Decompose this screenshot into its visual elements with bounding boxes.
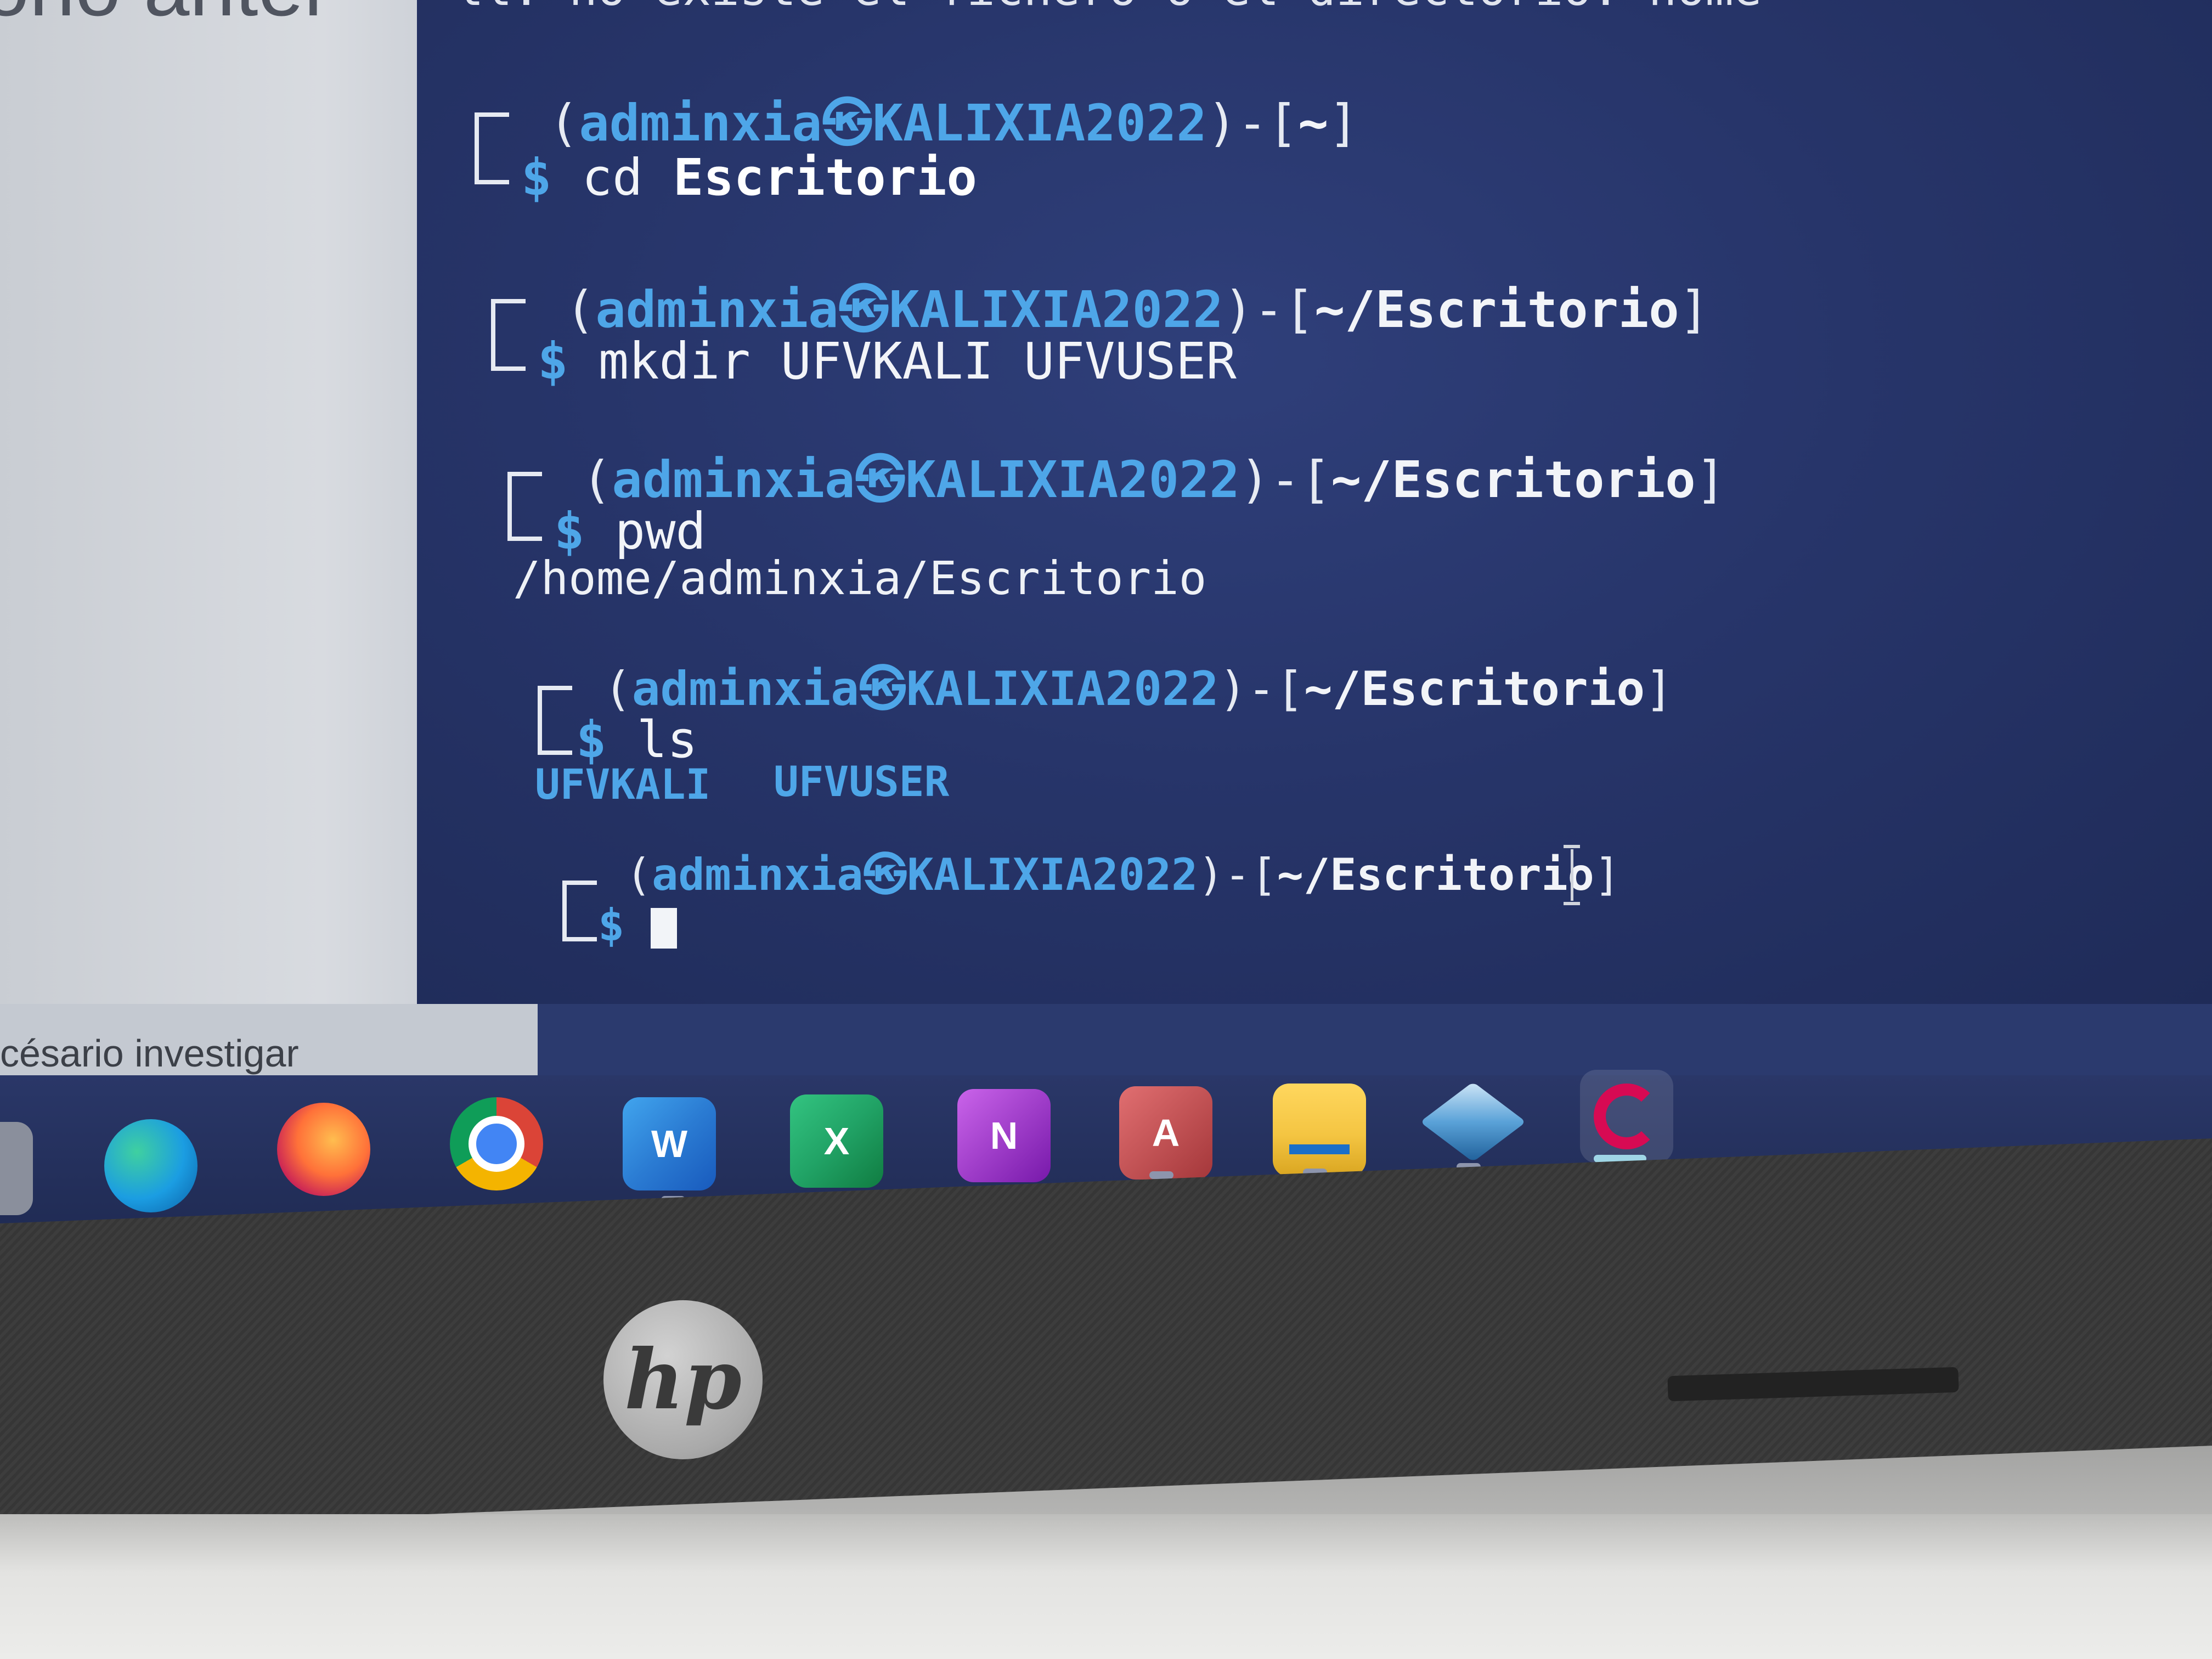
file-explorer-bar bbox=[1289, 1144, 1350, 1154]
debian-installer-icon[interactable] bbox=[1580, 1070, 1673, 1163]
command-argument: Escritorio bbox=[673, 148, 977, 207]
prompt-path: ~ bbox=[1297, 94, 1329, 153]
prompt-close: ] bbox=[1695, 450, 1726, 509]
prompt-mid: )-[ bbox=[1206, 94, 1298, 153]
prompt-at-symbol: ㉿ bbox=[822, 94, 873, 153]
chrome-center bbox=[469, 1116, 524, 1172]
prompt-at-symbol: ㉿ bbox=[863, 849, 907, 900]
prompt-at-symbol: ㉿ bbox=[859, 662, 906, 716]
prompt-corner-1 bbox=[475, 112, 509, 184]
prompt-close: ] bbox=[1328, 94, 1359, 153]
command-text: mkdir UFVKALI UFVUSER bbox=[598, 332, 1237, 391]
prompt-user: adminxia bbox=[631, 662, 859, 716]
prompt-corner-3 bbox=[507, 472, 542, 541]
prompt-open: ( bbox=[625, 849, 652, 900]
prompt-open: ( bbox=[565, 280, 596, 339]
prompt-dollar: $ bbox=[598, 900, 625, 951]
prompt-path: ~/Escritorio bbox=[1277, 849, 1594, 900]
prompt-mid: )-[ bbox=[1198, 849, 1277, 900]
firefox-icon[interactable] bbox=[277, 1103, 370, 1196]
terminal-error-line: ll: no existe el fichero o el directorio… bbox=[455, 0, 1762, 16]
debian-swirl bbox=[1594, 1084, 1660, 1149]
prompt-dollar: $ bbox=[538, 332, 568, 391]
prompt-user: adminxia bbox=[612, 450, 855, 509]
command-line-5[interactable]: $ bbox=[598, 900, 678, 951]
onenote-icon[interactable]: N bbox=[957, 1089, 1051, 1182]
virtualbox-cube bbox=[1420, 1082, 1526, 1162]
access-icon[interactable]: A bbox=[1119, 1086, 1212, 1180]
prompt-line-1: (adminxia㉿KALIXIA2022)-[~] bbox=[549, 82, 1359, 155]
prompt-corner-2 bbox=[491, 299, 526, 371]
prompt-corner-4 bbox=[538, 686, 572, 755]
prompt-close: ] bbox=[1594, 849, 1621, 900]
prompt-corner-5 bbox=[562, 881, 597, 941]
prompt-host: KALIXIA2022 bbox=[905, 450, 1240, 509]
word-icon[interactable]: W bbox=[623, 1097, 716, 1190]
pwd-output: /home/adminxia/Escritorio bbox=[513, 551, 1207, 605]
prompt-host: KALIXIA2022 bbox=[907, 849, 1198, 900]
hp-logo: hp bbox=[603, 1300, 763, 1459]
prompt-path: ~/Escritorio bbox=[1330, 450, 1696, 509]
prompt-line-5: (adminxia㉿KALIXIA2022)-[~/Escritorio] bbox=[625, 839, 1621, 903]
prompt-close: ] bbox=[1679, 280, 1710, 339]
prompt-path: ~/Escritorio bbox=[1304, 662, 1645, 716]
prompt-open: ( bbox=[549, 94, 579, 153]
prompt-user: adminxia bbox=[652, 849, 864, 900]
prompt-line-4: (adminxia㉿KALIXIA2022)-[~/Escritorio] bbox=[603, 650, 1673, 719]
photo-of-laptop-screen: ono anter césario investigar ll: no exis… bbox=[0, 0, 2212, 1659]
command-line-1: $ cd Escritorio bbox=[521, 148, 977, 207]
terminal-window[interactable]: ll: no existe el fichero o el directorio… bbox=[417, 0, 2212, 1004]
access-running-indicator bbox=[1149, 1171, 1173, 1179]
excel-icon[interactable]: X bbox=[790, 1094, 883, 1188]
prompt-line-2: (adminxia㉿KALIXIA2022)-[~/Escritorio] bbox=[565, 269, 1709, 342]
prompt-mid: )-[ bbox=[1218, 662, 1304, 716]
prompt-host: KALIXIA2022 bbox=[889, 280, 1223, 339]
chrome-icon[interactable] bbox=[450, 1097, 543, 1190]
prompt-close: ] bbox=[1645, 662, 1673, 716]
prompt-user: adminxia bbox=[579, 94, 822, 153]
laptop-chassis bbox=[0, 1514, 2212, 1659]
prompt-dollar: $ bbox=[521, 148, 552, 207]
edge-icon[interactable] bbox=[104, 1119, 198, 1212]
mouse-ibeam-cursor-icon bbox=[1564, 845, 1580, 905]
prompt-open: ( bbox=[603, 662, 632, 716]
file-explorer-icon[interactable] bbox=[1273, 1084, 1366, 1177]
prompt-path: ~/Escritorio bbox=[1314, 280, 1679, 339]
prompt-mid: )-[ bbox=[1239, 450, 1331, 509]
prompt-at-symbol: ㉿ bbox=[855, 450, 906, 509]
laptop-screen: ono anter césario investigar ll: no exis… bbox=[0, 0, 2212, 1262]
command-text: cd bbox=[582, 148, 643, 207]
ls-output-dir-2: UFVUSER bbox=[774, 757, 950, 806]
prompt-host: KALIXIA2022 bbox=[906, 662, 1219, 716]
prompt-user: adminxia bbox=[595, 280, 839, 339]
prompt-at-symbol: ㉿ bbox=[838, 280, 889, 339]
prompt-mid: )-[ bbox=[1223, 280, 1314, 339]
ls-output-dir-1: UFVKALI bbox=[535, 760, 711, 809]
prompt-line-3: (adminxia㉿KALIXIA2022)-[~/Escritorio] bbox=[582, 439, 1726, 512]
document-caption-fragment: césario investigar bbox=[0, 1032, 299, 1075]
prompt-open: ( bbox=[582, 450, 612, 509]
command-line-2: $ mkdir UFVKALI UFVUSER bbox=[538, 332, 1237, 391]
document-heading-fragment: ono anter bbox=[0, 0, 331, 35]
virtualbox-icon[interactable] bbox=[1420, 1075, 1526, 1169]
text-cursor bbox=[651, 908, 678, 949]
start-button-fragment[interactable] bbox=[0, 1122, 33, 1215]
prompt-host: KALIXIA2022 bbox=[872, 94, 1207, 153]
